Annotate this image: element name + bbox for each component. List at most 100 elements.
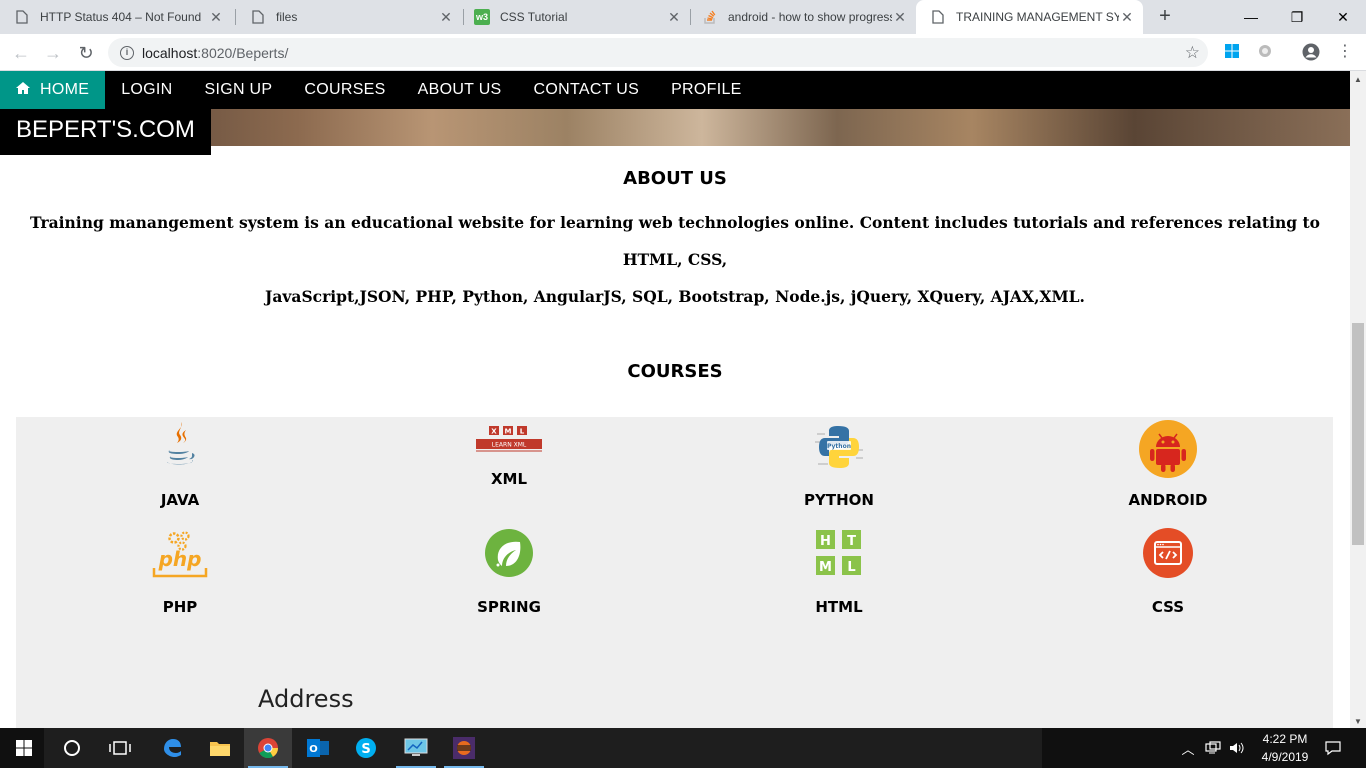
svg-text:S: S <box>361 742 370 757</box>
close-icon[interactable]: ✕ <box>892 9 908 26</box>
svg-text:H: H <box>820 534 831 549</box>
address-bar[interactable]: i localhost :8020/Beperts/ ☆ <box>108 38 1208 67</box>
info-icon[interactable]: i <box>120 45 134 60</box>
svg-text:L: L <box>847 560 855 575</box>
courses-panel: JAVA X M L LEARN XML XML Python PYTHON A… <box>16 417 1333 728</box>
new-tab-button[interactable]: + <box>1155 6 1175 26</box>
file-icon <box>930 9 946 25</box>
taskbar-outlook[interactable]: O <box>294 728 342 768</box>
taskbar-game-app[interactable] <box>440 728 488 768</box>
xml-icon: X M L LEARN XML <box>476 426 542 452</box>
system-clock[interactable]: 4:22 PM 4/9/2019 <box>1250 730 1320 766</box>
taskbar-edge[interactable] <box>148 728 196 768</box>
stackoverflow-icon <box>702 9 718 25</box>
edge-icon <box>164 739 181 757</box>
browser-tab-files[interactable]: files ✕ <box>236 0 462 34</box>
taskbar-remote-app[interactable] <box>392 728 440 768</box>
course-name: HTML <box>815 598 863 616</box>
courses-title: COURSES <box>627 361 723 382</box>
svg-text:M: M <box>819 560 832 575</box>
game-app-icon <box>453 737 475 759</box>
task-view-button[interactable] <box>96 728 144 768</box>
spring-icon <box>485 529 533 577</box>
windows-extension-icon[interactable] <box>1224 43 1242 61</box>
minimize-button[interactable]: — <box>1228 0 1274 34</box>
windows-start-icon <box>16 740 32 756</box>
nav-sign-up[interactable]: SIGN UP <box>189 71 289 109</box>
volume-icon[interactable] <box>1226 728 1248 768</box>
course-name: JAVA <box>160 491 200 509</box>
close-icon[interactable]: ✕ <box>1119 9 1135 26</box>
course-android[interactable]: ANDROID <box>1068 420 1268 509</box>
svg-text:LEARN XML: LEARN XML <box>492 442 527 449</box>
course-php[interactable]: php PHP <box>80 528 280 616</box>
browser-toolbar: ← → ↻ i localhost :8020/Beperts/ ☆ ⋮ <box>0 34 1366 71</box>
nav-courses[interactable]: COURSES <box>288 71 401 109</box>
nav-profile[interactable]: PROFILE <box>655 71 758 109</box>
scroll-down-icon[interactable]: ▼ <box>1354 717 1362 726</box>
scroll-up-icon[interactable]: ▲ <box>1354 75 1362 84</box>
forward-button[interactable]: → <box>41 41 65 65</box>
top-navigation: HOME LOGIN SIGN UP COURSES ABOUT US CONT… <box>0 71 1350 109</box>
folder-icon <box>210 742 230 756</box>
nav-about-us[interactable]: ABOUT US <box>402 71 518 109</box>
browser-tab-css-tutorial[interactable]: w3 CSS Tutorial ✕ <box>460 0 690 34</box>
browser-tab-training[interactable]: TRAINING MANAGEMENT SYSTEM ✕ <box>916 0 1143 34</box>
window-close-button[interactable]: ✕ <box>1320 0 1366 34</box>
nav-home[interactable]: HOME <box>0 71 106 109</box>
tray-overflow-chevron-icon[interactable]: ︿ <box>1178 728 1198 768</box>
restore-button[interactable]: ❐ <box>1274 0 1320 34</box>
close-icon[interactable]: ✕ <box>666 9 682 26</box>
reload-button[interactable]: ↻ <box>74 41 98 65</box>
course-spring[interactable]: SPRING <box>409 528 609 616</box>
browser-tab-404[interactable]: HTTP Status 404 – Not Found ✕ <box>0 0 232 34</box>
nav-login[interactable]: LOGIN <box>105 71 188 109</box>
close-icon[interactable]: ✕ <box>438 9 454 26</box>
about-line-2: JavaScript,JSON, PHP, Python, AngularJS,… <box>265 287 1085 306</box>
browser-tab-strip: HTTP Status 404 – Not Found ✕ files ✕ w3… <box>0 0 1366 34</box>
w3schools-icon: w3 <box>474 9 490 25</box>
kebab-menu-icon[interactable]: ⋮ <box>1336 43 1354 61</box>
course-name: XML <box>490 470 528 488</box>
course-html[interactable]: H T M L HTML <box>739 528 939 616</box>
nav-home-label: HOME <box>40 81 90 98</box>
tab-title: android - how to show progress <box>728 10 892 24</box>
clock-date: 4/9/2019 <box>1261 750 1309 764</box>
course-java[interactable]: JAVA <box>80 420 280 509</box>
svg-text:O: O <box>309 744 318 755</box>
site-brand[interactable]: BEPERT'S.COM <box>0 109 211 155</box>
svg-text:M: M <box>505 428 512 436</box>
about-us-title: ABOUT US <box>623 168 727 189</box>
skype-icon: S <box>356 738 376 758</box>
course-name: SPRING <box>477 598 541 616</box>
file-icon <box>250 9 266 25</box>
cortana-button[interactable] <box>48 728 96 768</box>
course-xml[interactable]: X M L LEARN XML XML <box>409 425 609 488</box>
css-icon <box>1143 528 1193 578</box>
url-path: :8020/Beperts/ <box>197 44 289 61</box>
course-css[interactable]: CSS <box>1068 528 1268 616</box>
notification-icon[interactable] <box>1318 728 1348 768</box>
start-button[interactable] <box>0 728 48 768</box>
course-name: CSS <box>1151 598 1185 616</box>
close-icon[interactable]: ✕ <box>208 9 224 26</box>
scrollbar-thumb[interactable] <box>1352 323 1364 545</box>
nav-contact-us[interactable]: CONTACT US <box>518 71 656 109</box>
network-icon[interactable] <box>1202 728 1224 768</box>
svg-text:Python: Python <box>827 443 851 450</box>
browser-tab-android[interactable]: android - how to show progress ✕ <box>688 0 916 34</box>
taskbar-skype[interactable]: S <box>342 728 390 768</box>
page-scrollbar[interactable]: ▲ ▼ <box>1350 71 1366 728</box>
course-name: PHP <box>162 598 198 616</box>
svg-text:X: X <box>491 428 497 436</box>
back-button[interactable]: ← <box>9 41 33 65</box>
taskbar-file-explorer[interactable] <box>196 728 244 768</box>
extension-circle-icon[interactable] <box>1257 43 1275 61</box>
profile-avatar-icon[interactable] <box>1302 43 1320 61</box>
course-python[interactable]: Python PYTHON <box>739 420 939 509</box>
bookmark-star-icon[interactable]: ☆ <box>1185 43 1200 63</box>
svg-text:T: T <box>847 534 856 549</box>
python-icon: Python <box>815 426 863 468</box>
home-icon <box>16 71 30 109</box>
taskbar-chrome[interactable] <box>244 728 292 768</box>
